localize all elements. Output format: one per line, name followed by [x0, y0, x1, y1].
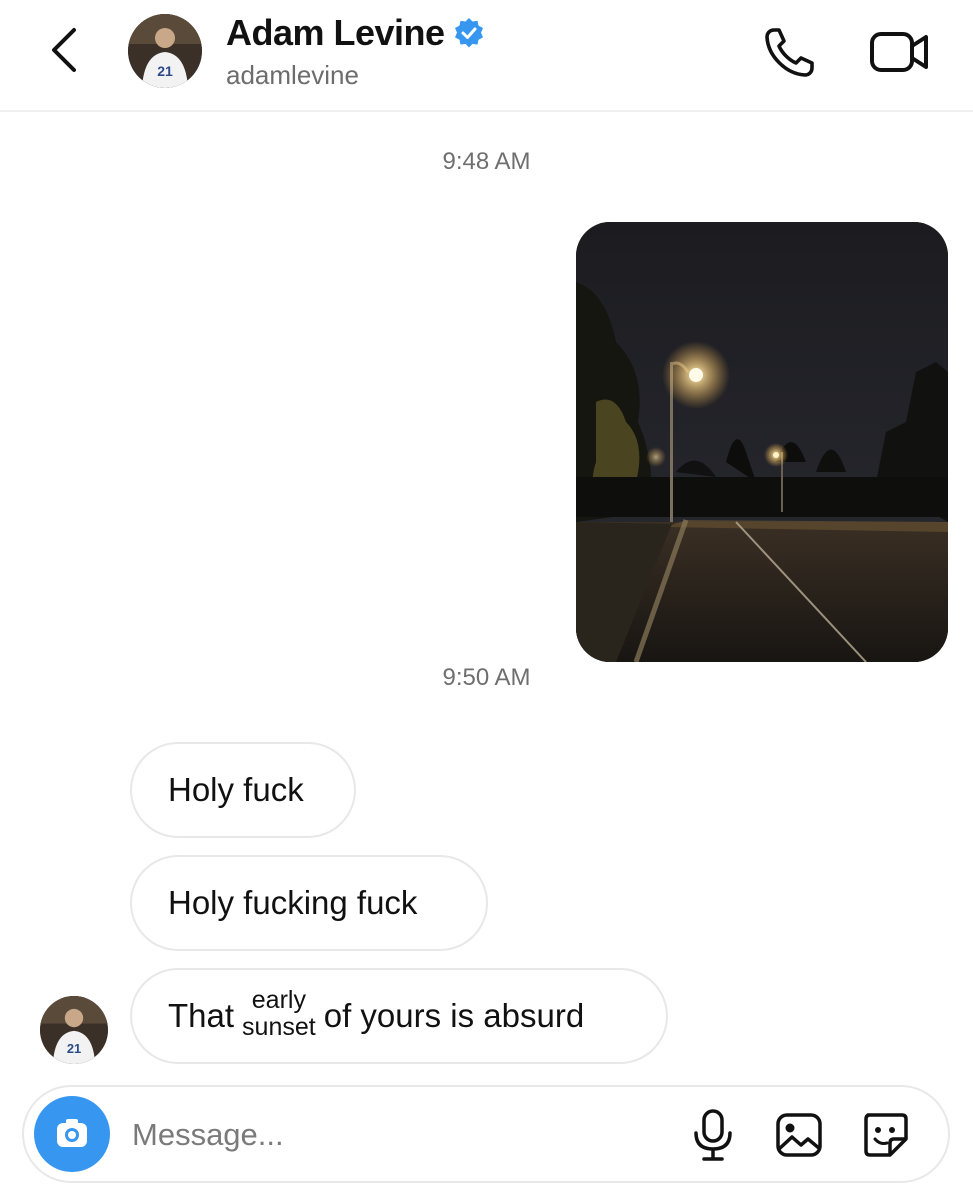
- received-message[interactable]: That early sunset of yours is absurd: [130, 968, 668, 1064]
- sticker-text-bottom: sunset: [242, 1013, 316, 1041]
- received-message[interactable]: Holy fuck: [130, 742, 356, 838]
- phone-icon: [765, 28, 814, 77]
- gallery-button[interactable]: [770, 1105, 828, 1165]
- message-input[interactable]: [130, 1109, 654, 1161]
- timestamp: 9:48 AM: [442, 148, 531, 175]
- profile-name-row[interactable]: Adam Levine: [226, 12, 485, 54]
- avatar-image: 21: [40, 996, 108, 1064]
- text-sticker-overlay: early sunset: [242, 987, 316, 1041]
- sticker-icon: [864, 1113, 908, 1157]
- svg-text:21: 21: [67, 1041, 81, 1056]
- microphone-icon: [694, 1109, 732, 1161]
- camera-icon: [57, 1119, 87, 1147]
- received-message[interactable]: Holy fucking fuck: [130, 855, 488, 951]
- video-camera-icon: [870, 32, 928, 72]
- image-icon: [776, 1113, 822, 1157]
- sender-avatar[interactable]: 21: [40, 996, 108, 1064]
- sent-photo[interactable]: [576, 222, 948, 662]
- message-text: Holy fucking fuck: [168, 884, 418, 921]
- camera-button[interactable]: [34, 1096, 110, 1172]
- back-button[interactable]: [40, 22, 88, 78]
- sticker-button[interactable]: [856, 1105, 914, 1165]
- video-call-button[interactable]: [866, 24, 934, 80]
- profile-name: Adam Levine: [226, 12, 445, 53]
- voice-call-button[interactable]: [760, 22, 820, 82]
- verified-badge-icon: [454, 18, 483, 48]
- chevron-left-icon: [52, 28, 76, 72]
- night-street-photo: [576, 222, 948, 662]
- message-composer: [22, 1085, 950, 1183]
- message-text-suffix: of yours is absurd: [323, 997, 585, 1034]
- message-text-prefix: That: [168, 997, 235, 1034]
- chat-header: 21 Adam Levine adamlevine: [0, 0, 973, 112]
- sticker-text-top: early: [251, 986, 306, 1014]
- avatar-image: 21: [128, 14, 202, 88]
- voice-message-button[interactable]: [684, 1105, 742, 1165]
- profile-username: adamlevine: [226, 60, 359, 90]
- avatar[interactable]: 21: [128, 14, 202, 88]
- svg-text:21: 21: [157, 63, 173, 79]
- message-text: Holy fuck: [168, 771, 304, 808]
- timestamp: 9:50 AM: [442, 664, 531, 691]
